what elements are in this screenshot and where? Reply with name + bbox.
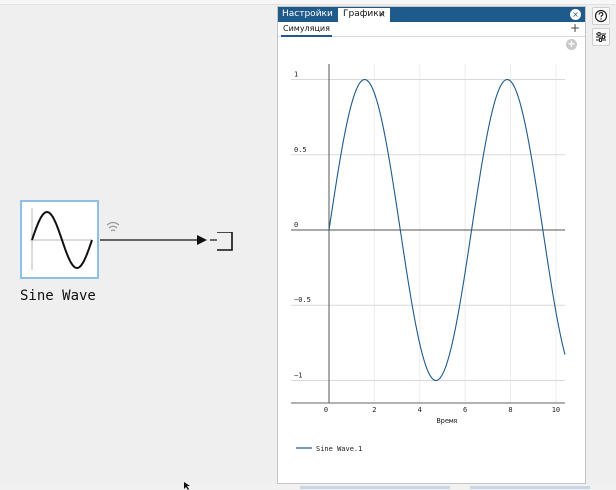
plot-grid (291, 64, 565, 403)
legend-label[interactable]: Sine Wave.1 (316, 445, 362, 453)
settings-button[interactable] (592, 28, 610, 46)
top-strip (0, 0, 616, 5)
y-tick-label: 0 (294, 221, 298, 229)
output-port-icon[interactable] (210, 232, 233, 251)
bottom-strip-segment (300, 486, 450, 489)
plots-panel: Настройки Графики × × Симуляция + + 0246… (277, 6, 586, 484)
plot-axes (291, 64, 565, 404)
plot-legend[interactable]: Sine Wave.1 (296, 445, 362, 453)
y-tick-label: −0.5 (294, 296, 311, 304)
x-tick-label: 8 (508, 406, 512, 414)
help-button[interactable] (592, 7, 610, 25)
sliders-icon (596, 32, 606, 42)
help-circle-icon (594, 9, 608, 23)
signal-wire[interactable] (100, 232, 240, 256)
sine-wave-block[interactable] (20, 200, 99, 279)
mouse-cursor-icon (184, 482, 190, 490)
block-label: Sine Wave (20, 288, 96, 304)
y-tick-label: 0.5 (294, 146, 307, 154)
x-tick-label: 4 (418, 406, 422, 414)
y-tick-label: 1 (294, 71, 298, 79)
x-tick-label: 10 (552, 406, 560, 414)
x-tick-label: 0 (324, 406, 328, 414)
x-tick-label: 2 (372, 406, 376, 414)
x-axis-label: Время (436, 417, 457, 425)
simulation-plot[interactable]: 0 2 4 6 8 10 1 0.5 0 −0.5 −1 Время Sine Wave.1 (278, 7, 585, 477)
sine-wave-icon (30, 208, 93, 270)
bottom-strip (0, 484, 616, 490)
y-tick-label: −1 (294, 371, 302, 379)
x-tick-label: 6 (463, 406, 467, 414)
plot-ticks: 0 2 4 6 8 10 1 0.5 0 −0.5 −1 (294, 71, 560, 414)
bottom-strip-segment (470, 486, 590, 489)
